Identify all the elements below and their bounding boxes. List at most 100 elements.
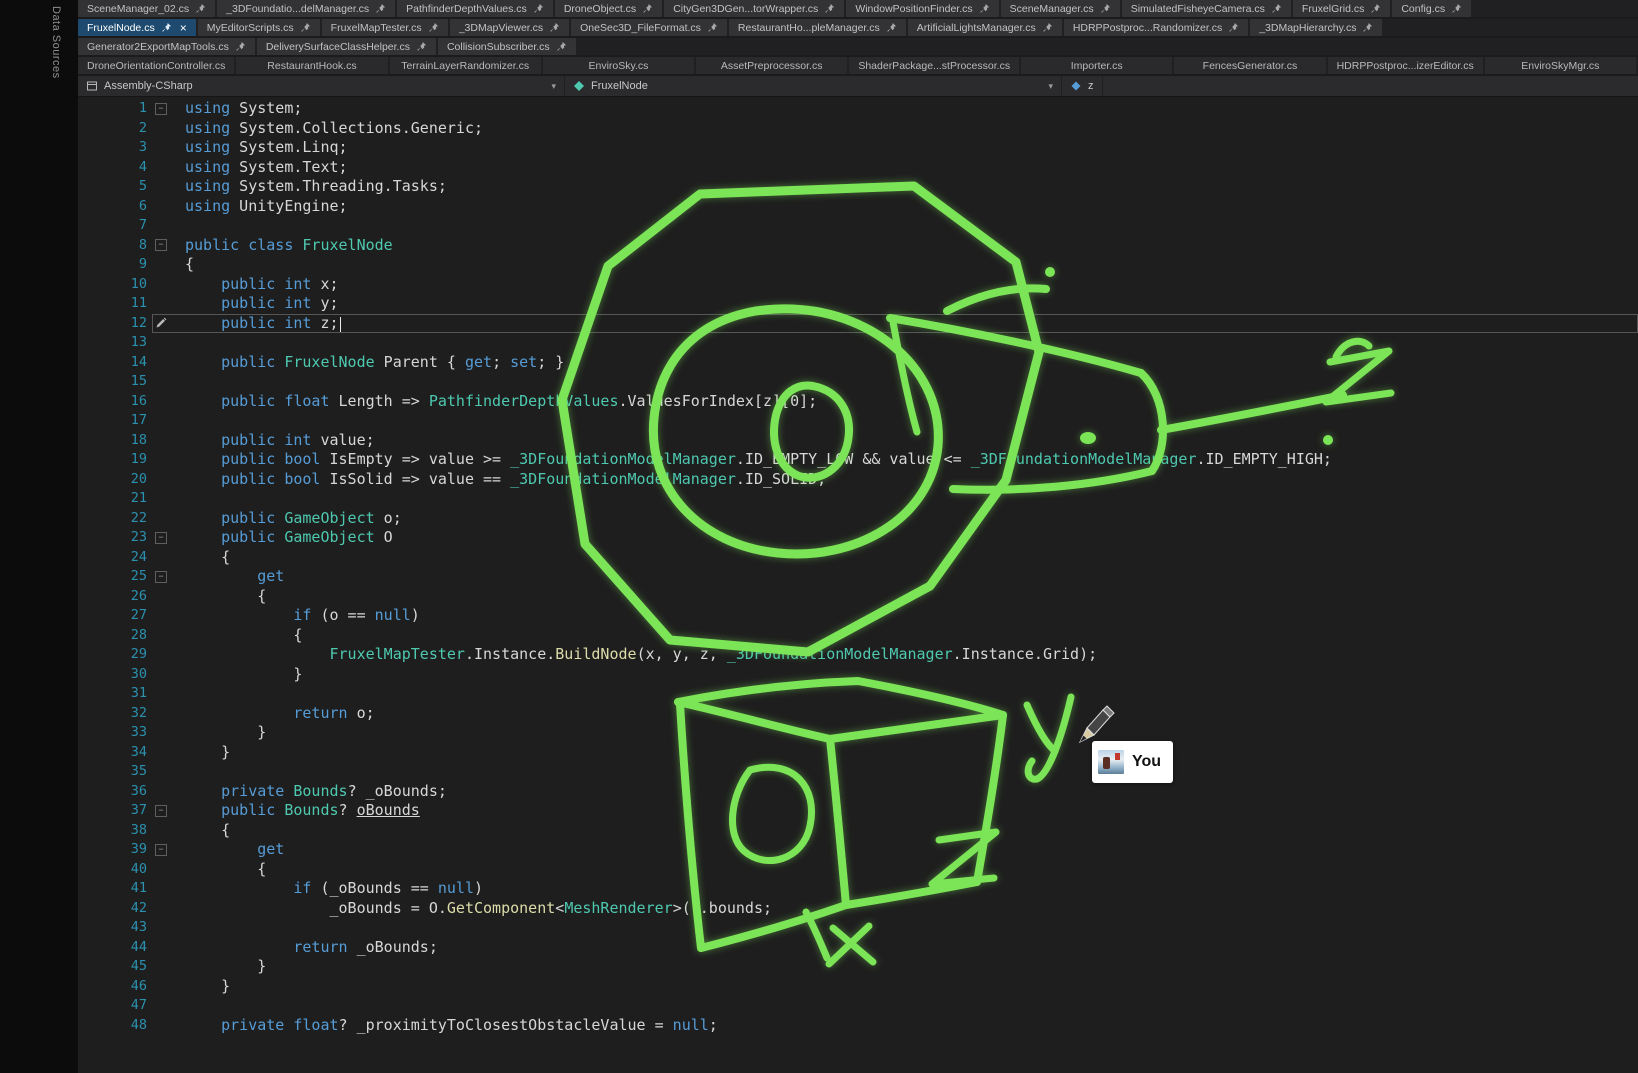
line-number[interactable]: 47 [78, 996, 152, 1016]
document-tab[interactable]: FencesGenerator.cs [1174, 57, 1325, 74]
document-tab[interactable]: Generator2ExportMapTools.cs [78, 38, 255, 55]
pin-icon[interactable] [375, 3, 386, 14]
document-tab[interactable]: _3DMapHierarchy.cs [1250, 19, 1382, 36]
document-tab[interactable]: _3DMapViewer.cs [450, 19, 569, 36]
line-number[interactable]: 17 [78, 411, 152, 431]
code-line[interactable]: 16 public float Length => PathfinderDept… [78, 392, 1638, 412]
line-number[interactable]: 28 [78, 626, 152, 646]
line-number[interactable]: 24 [78, 548, 152, 568]
fold-box-icon[interactable]: − [155, 844, 167, 856]
code-line[interactable]: 44 return _oBounds; [78, 938, 1638, 958]
code-line[interactable]: 5using System.Threading.Tasks; [78, 177, 1638, 197]
document-tab[interactable]: DroneObject.cs [555, 0, 662, 17]
code-line[interactable]: 15 [78, 372, 1638, 392]
line-number[interactable]: 9 [78, 255, 152, 275]
pin-icon[interactable] [642, 3, 653, 14]
code-line[interactable]: 24 { [78, 548, 1638, 568]
pin-icon[interactable] [1042, 22, 1053, 33]
line-number[interactable]: 45 [78, 957, 152, 977]
document-tab[interactable]: DeliverySurfaceClassHelper.cs [257, 38, 436, 55]
line-number[interactable]: 33 [78, 723, 152, 743]
line-number[interactable]: 39 [78, 840, 152, 860]
line-number[interactable]: 15 [78, 372, 152, 392]
line-number[interactable]: 21 [78, 489, 152, 509]
line-number[interactable]: 20 [78, 470, 152, 490]
document-tab[interactable]: RestaurantHo...pleManager.cs [729, 19, 906, 36]
line-number[interactable]: 32 [78, 704, 152, 724]
code-editor[interactable]: 1−using System;2using System.Collections… [78, 97, 1638, 1073]
member-dropdown[interactable]: z [1062, 76, 1103, 96]
document-tab[interactable]: SceneManager_02.cs [78, 0, 215, 17]
code-line[interactable]: 11 public int y; [78, 294, 1638, 314]
code-line[interactable]: 40 { [78, 860, 1638, 880]
document-tab[interactable]: FruxelMapTester.cs [322, 19, 448, 36]
fold-box-icon[interactable]: − [155, 532, 167, 544]
line-number[interactable]: 38 [78, 821, 152, 841]
pin-icon[interactable] [416, 41, 427, 52]
document-tab[interactable]: MyEditorScripts.cs [198, 19, 320, 36]
code-line[interactable]: 3using System.Linq; [78, 138, 1638, 158]
code-line[interactable]: 17 [78, 411, 1638, 431]
pin-icon[interactable] [195, 3, 206, 14]
code-line[interactable]: 37− public Bounds? oBounds [78, 801, 1638, 821]
code-line[interactable]: 20 public bool IsSolid => value == _3DFo… [78, 470, 1638, 490]
pin-icon[interactable] [533, 3, 544, 14]
line-number[interactable]: 11 [78, 294, 152, 314]
code-line[interactable]: 26 { [78, 587, 1638, 607]
document-tab[interactable]: PathfinderDepthValues.cs [397, 0, 553, 17]
document-tab[interactable]: SceneManager.cs [1001, 0, 1120, 17]
code-line[interactable]: 47 [78, 996, 1638, 1016]
line-number[interactable]: 6 [78, 197, 152, 217]
code-line[interactable]: 12 public int z; [78, 314, 1638, 334]
line-number[interactable]: 42 [78, 899, 152, 919]
line-number[interactable]: 29 [78, 645, 152, 665]
code-line[interactable]: 6using UnityEngine; [78, 197, 1638, 217]
pin-icon[interactable] [300, 22, 311, 33]
fold-toggle[interactable]: − [152, 801, 185, 821]
fold-toggle[interactable]: − [152, 99, 185, 119]
pin-icon[interactable] [979, 3, 990, 14]
document-tab[interactable]: WindowPositionFinder.cs [846, 0, 998, 17]
type-dropdown[interactable]: FruxelNode ▾ [565, 76, 1062, 96]
document-tab[interactable]: CityGen3DGen...torWrapper.cs [664, 0, 844, 17]
line-number[interactable]: 35 [78, 762, 152, 782]
pin-icon[interactable] [1271, 3, 1282, 14]
document-tab[interactable]: HDRPPostproc...izerEditor.cs [1328, 57, 1483, 74]
line-number[interactable]: 43 [78, 918, 152, 938]
code-line[interactable]: 36 private Bounds? _oBounds; [78, 782, 1638, 802]
code-line[interactable]: 32 return o; [78, 704, 1638, 724]
fold-box-icon[interactable]: − [155, 805, 167, 817]
code-line[interactable]: 4using System.Text; [78, 158, 1638, 178]
code-line[interactable]: 14 public FruxelNode Parent { get; set; … [78, 353, 1638, 373]
line-number[interactable]: 48 [78, 1016, 152, 1036]
code-line[interactable]: 31 [78, 684, 1638, 704]
fold-box-icon[interactable]: − [155, 571, 167, 583]
document-tab[interactable]: AssetPreprocessor.cs [696, 57, 847, 74]
line-number[interactable]: 14 [78, 353, 152, 373]
code-line[interactable]: 46 } [78, 977, 1638, 997]
pin-icon[interactable] [1362, 22, 1373, 33]
document-tab[interactable]: EnviroSky.cs [543, 57, 694, 74]
document-tab[interactable]: TerrainLayerRandomizer.cs [390, 57, 541, 74]
fold-toggle[interactable]: − [152, 567, 185, 587]
document-tab[interactable]: SimulatedFisheyeCamera.cs [1122, 0, 1291, 17]
code-line[interactable]: 2using System.Collections.Generic; [78, 119, 1638, 139]
line-number[interactable]: 7 [78, 216, 152, 236]
document-tab[interactable]: EnviroSkyMgr.cs [1485, 57, 1636, 74]
line-number[interactable]: 41 [78, 879, 152, 899]
document-tab[interactable]: Config.cs [1392, 0, 1471, 17]
code-line[interactable]: 9{ [78, 255, 1638, 275]
line-number[interactable]: 30 [78, 665, 152, 685]
pin-icon[interactable] [161, 22, 172, 33]
document-tab[interactable]: Importer.cs [1021, 57, 1172, 74]
line-number[interactable]: 2 [78, 119, 152, 139]
code-line[interactable]: 21 [78, 489, 1638, 509]
document-tab[interactable]: RestaurantHook.cs [236, 57, 387, 74]
code-line[interactable]: 22 public GameObject o; [78, 509, 1638, 529]
line-number[interactable]: 10 [78, 275, 152, 295]
pin-icon[interactable] [556, 41, 567, 52]
pin-icon[interactable] [235, 41, 246, 52]
project-dropdown[interactable]: Assembly-CSharp ▾ [78, 76, 565, 96]
fold-box-icon[interactable]: − [155, 103, 167, 115]
code-line[interactable]: 13 [78, 333, 1638, 353]
